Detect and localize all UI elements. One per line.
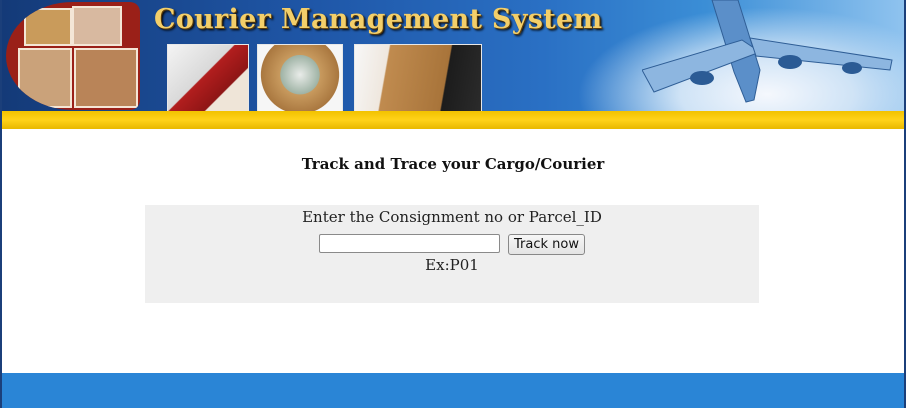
header-banner: Courier Management System bbox=[2, 0, 904, 111]
tracking-heading: Track and Trace your Cargo/Courier bbox=[301, 155, 605, 173]
gold-divider-bar bbox=[2, 111, 904, 129]
airplane-icon bbox=[642, 0, 893, 103]
hands-parcel-image bbox=[354, 44, 482, 111]
courier-boxes-collage-image bbox=[6, 2, 140, 110]
footer-bar bbox=[2, 373, 904, 408]
tracking-panel: Enter the Consignment no or Parcel_ID Tr… bbox=[145, 205, 759, 303]
example-hint: Ex:P01 bbox=[425, 256, 479, 274]
track-now-button[interactable]: Track now bbox=[508, 234, 585, 255]
globe-parcels-image bbox=[257, 44, 343, 111]
consignment-prompt: Enter the Consignment no or Parcel_ID bbox=[302, 208, 602, 226]
consignment-input[interactable] bbox=[319, 234, 500, 253]
app-title: Courier Management System bbox=[154, 4, 603, 35]
delivery-person-image bbox=[167, 44, 249, 111]
